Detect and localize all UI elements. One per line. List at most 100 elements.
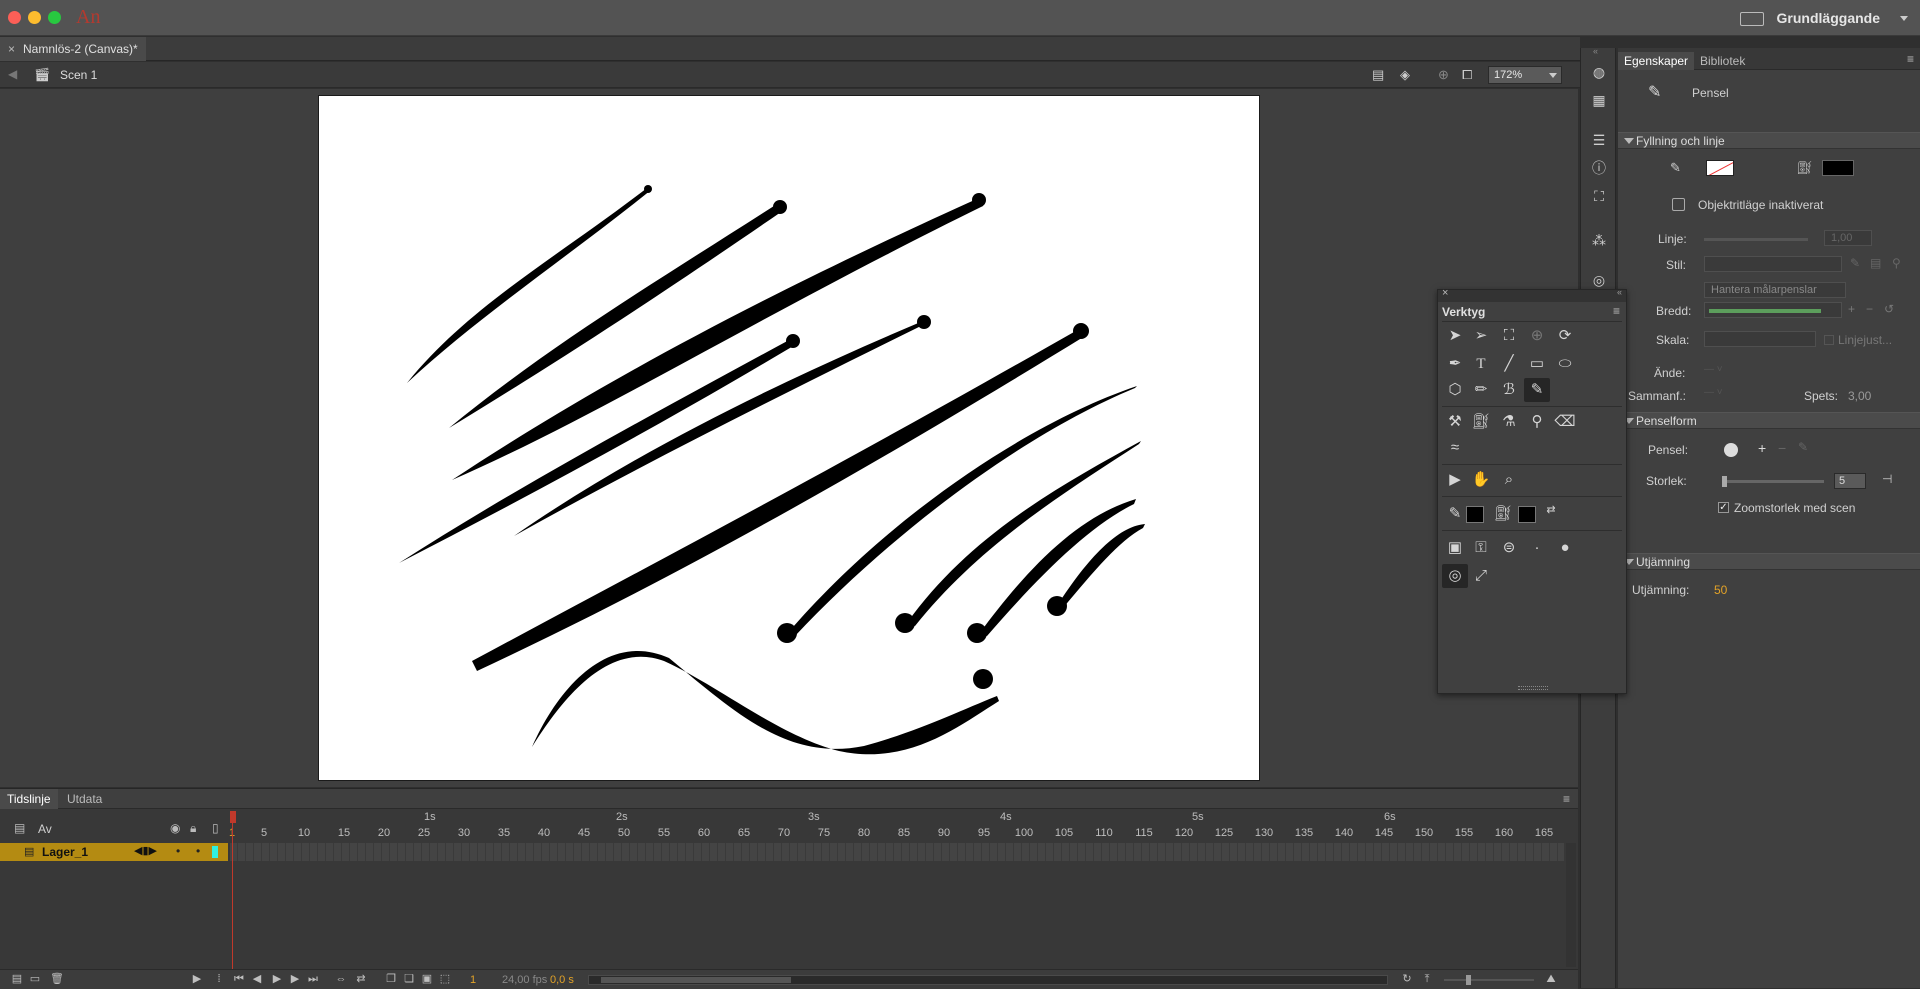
close-icon[interactable]: ×	[1442, 287, 1448, 299]
tip-value[interactable]: 3,00	[1848, 389, 1871, 403]
next-frame-icon[interactable]: ▶	[288, 973, 302, 986]
collapse-icon[interactable]: «	[1617, 287, 1622, 297]
frame-centering-icon[interactable]: ⤒	[1420, 973, 1434, 986]
style-select[interactable]	[1704, 256, 1842, 272]
edit-layer-icons[interactable]: ◀▮▶	[134, 844, 157, 857]
playhead[interactable]	[230, 811, 236, 969]
info-icon[interactable]: ⓘ	[1589, 158, 1609, 178]
paint-bucket-tool-icon[interactable]: ⛽︎	[1468, 410, 1494, 434]
brush-shape-circle-icon[interactable]	[1724, 443, 1738, 457]
fps-value[interactable]: 24,00 fps	[502, 974, 547, 986]
add-width-icon[interactable]: +	[1848, 302, 1855, 316]
polystar-tool-icon[interactable]: ⬡	[1442, 378, 1468, 402]
join-select[interactable]: — ˅	[1704, 387, 1723, 398]
stroke-options-icon[interactable]: ⚲	[1892, 256, 1901, 270]
scrollbar-thumb[interactable]	[601, 977, 791, 983]
panel-menu-icon[interactable]: ≡	[1613, 304, 1620, 318]
chevron-down-icon[interactable]	[1900, 16, 1908, 21]
section-smoothing[interactable]: Utjämning	[1618, 553, 1920, 570]
3d-rotation-tool-icon[interactable]: ⊕	[1524, 324, 1550, 348]
lasso-tool-icon[interactable]: ⟳	[1552, 324, 1578, 348]
align-icon[interactable]: ☰	[1589, 130, 1609, 150]
fill-color-swatch[interactable]	[1518, 506, 1536, 523]
fill-color-tool-icon[interactable]: ⛽︎	[1490, 502, 1516, 526]
layer-row[interactable]: ▤ Lager_1 ◀▮▶ • •	[0, 843, 228, 861]
center-stage-icon[interactable]: ⊕	[1438, 67, 1449, 83]
edit-brush-shape-icon[interactable]: ✎	[1798, 440, 1808, 454]
swap-colors-icon[interactable]: ⇄	[1538, 498, 1564, 522]
rectangle-tool-icon[interactable]: ▭	[1524, 352, 1550, 376]
camera-icon[interactable]: ▶	[190, 973, 204, 986]
smoothing-value[interactable]: 50	[1714, 583, 1727, 597]
pin-icon[interactable]: ⊣	[1882, 472, 1892, 486]
visibility-dot[interactable]: •	[176, 844, 180, 858]
lock-dot[interactable]: •	[196, 844, 200, 858]
edit-style-icon[interactable]: ✎	[1850, 256, 1860, 270]
subselection-tool-icon[interactable]: ➢	[1468, 324, 1494, 348]
line-value-field[interactable]: 1,00	[1824, 230, 1872, 246]
line-slider[interactable]	[1704, 238, 1808, 241]
tab-library[interactable]: Bibliotek	[1694, 52, 1751, 70]
free-transform-tool-icon[interactable]: ⛶	[1496, 324, 1522, 348]
bone-tool-icon[interactable]: ⚒	[1442, 410, 1468, 434]
color-palette-icon[interactable]: ◍	[1589, 62, 1609, 82]
sync-settings-icon[interactable]	[1740, 12, 1764, 26]
add-brush-shape-icon[interactable]: +	[1758, 440, 1766, 456]
brush-library-icon[interactable]: ▤	[1870, 256, 1881, 270]
minimize-window-button[interactable]	[28, 11, 41, 24]
swatches-grid-icon[interactable]: ▦	[1589, 90, 1609, 110]
timeline-horizontal-scrollbar[interactable]	[588, 975, 1388, 985]
reset-width-icon[interactable]: ↺	[1884, 302, 1894, 316]
lock-fill-icon[interactable]: ⚿	[1468, 536, 1494, 560]
stage-area[interactable]	[0, 89, 1578, 787]
panel-menu-icon[interactable]: ≡	[1907, 52, 1914, 66]
eyedropper-tool-icon[interactable]: ⚲	[1524, 410, 1550, 434]
components-icon[interactable]: ⁂	[1589, 230, 1609, 250]
scale-select[interactable]	[1704, 331, 1816, 347]
eye-icon[interactable]: ◉	[170, 821, 180, 835]
paint-brush-tool-icon[interactable]: ℬ	[1496, 378, 1522, 402]
collapse-icon[interactable]: «	[1593, 46, 1598, 56]
hand-tool-icon[interactable]: ✋	[1468, 468, 1494, 492]
camera-tool-icon[interactable]: ▶	[1442, 468, 1468, 492]
size-slider-thumb[interactable]	[1722, 476, 1727, 487]
tools-panel-header[interactable]: × «	[1438, 287, 1626, 302]
close-icon[interactable]: ×	[8, 42, 15, 56]
new-folder-icon[interactable]: ▭	[28, 973, 42, 986]
tab-timeline[interactable]: Tidslinje	[0, 789, 58, 809]
cap-select[interactable]: — ˅	[1704, 364, 1723, 375]
onion-markers-icon[interactable]: ⬚	[438, 973, 452, 986]
edit-symbol-icon[interactable]: ◈	[1400, 67, 1410, 83]
panel-menu-icon[interactable]: ≡	[1563, 792, 1570, 806]
hinting-checkbox[interactable]	[1824, 335, 1834, 345]
sync-icon[interactable]: ↻	[1400, 973, 1414, 986]
outline-icon[interactable]: ▯	[212, 821, 219, 835]
object-drawing-icon[interactable]: ▣	[1442, 536, 1468, 560]
layer-color-swatch[interactable]	[212, 846, 218, 858]
center-frame-icon[interactable]: ⇄	[354, 973, 368, 986]
section-fill-stroke[interactable]: Fyllning och linje	[1618, 132, 1920, 149]
close-window-button[interactable]	[8, 11, 21, 24]
tab-properties[interactable]: Egenskaper	[1618, 52, 1695, 70]
first-frame-icon[interactable]: ⏮	[232, 973, 246, 986]
remove-brush-shape-icon[interactable]: −	[1778, 440, 1786, 456]
document-tab[interactable]: × Namnlös-2 (Canvas)*	[0, 37, 146, 61]
layer-name[interactable]: Lager_1	[42, 845, 88, 859]
size-field[interactable]: 5	[1834, 473, 1866, 489]
mountain-icon[interactable]: ⛰	[1544, 973, 1558, 986]
frame-row[interactable]	[230, 843, 1564, 861]
timeline-vertical-scrollbar[interactable]	[1566, 843, 1576, 967]
section-brush-shape[interactable]: Penselform	[1618, 412, 1920, 429]
object-drawing-icon[interactable]	[1672, 198, 1685, 211]
maximize-window-button[interactable]	[48, 11, 61, 24]
fps-handle-icon[interactable]: ⁞	[212, 973, 226, 986]
line-tool-icon[interactable]: ╱	[1496, 352, 1522, 376]
trash-icon[interactable]: 🗑︎	[50, 973, 64, 986]
new-layer-icon[interactable]: ▤	[10, 973, 24, 986]
eraser-tool-icon[interactable]: ⌫	[1552, 410, 1578, 434]
width-select[interactable]	[1704, 302, 1842, 318]
selection-tool-icon[interactable]: ➤	[1442, 324, 1468, 348]
fill-color-swatch[interactable]	[1822, 160, 1854, 176]
oval-tool-icon[interactable]: ⬭	[1552, 352, 1578, 376]
zoom-tool-icon[interactable]: ⌕	[1496, 468, 1522, 492]
